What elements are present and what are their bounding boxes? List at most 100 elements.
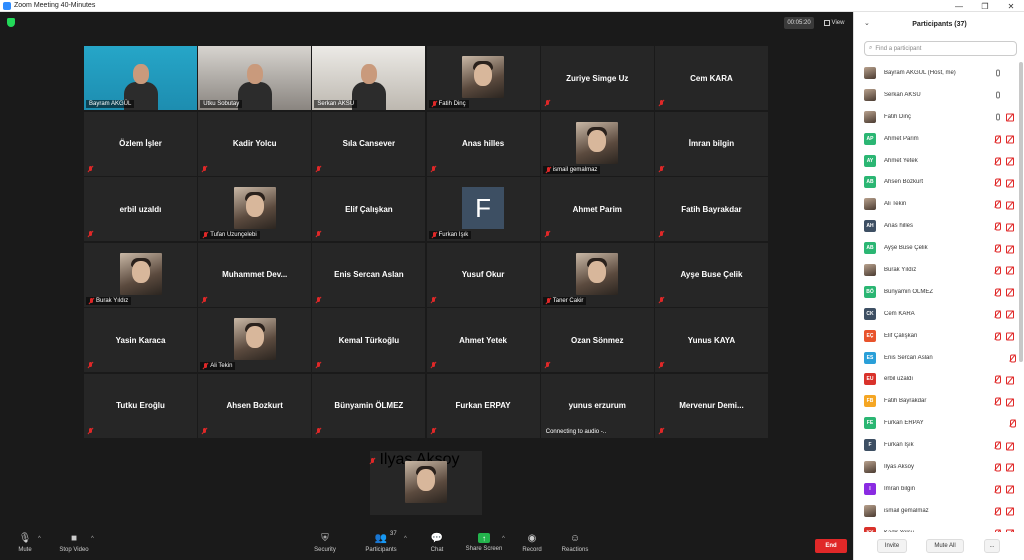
participant-list-item[interactable]: AY Ahmet Yetek	[854, 150, 1019, 172]
participant-list-item[interactable]: Ali Tekin	[854, 193, 1019, 215]
muted-mic-icon[interactable]	[994, 375, 1001, 384]
participant-tile[interactable]: Ayşe Buse Çelik	[654, 242, 768, 307]
end-meeting-button[interactable]: End	[815, 539, 847, 553]
more-options-button[interactable]: ...	[984, 539, 1000, 553]
participant-tile[interactable]: Anas hilles	[426, 111, 540, 176]
participant-list-item[interactable]: BÖ Bünyamin ÖLMEZ	[854, 281, 1019, 303]
participant-tile[interactable]: Elif Çalışkan	[312, 177, 426, 242]
microphone-icon[interactable]	[996, 69, 1000, 77]
participant-list-item[interactable]: ES Enis Sercan Aslan	[854, 347, 1019, 369]
participant-tile[interactable]: Ahsen Bozkurt	[198, 373, 312, 438]
share-screen-button[interactable]: ↑ Share Screen	[461, 532, 507, 560]
participant-list-item[interactable]: Ilyas Aksoy	[854, 456, 1019, 478]
participant-tile[interactable]: Furkan ERPAY	[426, 373, 540, 438]
participant-tile[interactable]: Burak Yıldız	[84, 242, 197, 307]
participant-list-item[interactable]: CK Cem KARA	[854, 303, 1019, 325]
participant-tile[interactable]: Utku Sobutay	[198, 46, 312, 110]
chat-button[interactable]: 💬 Chat	[414, 532, 460, 560]
participant-tile[interactable]: Serkan AKSU	[312, 46, 426, 110]
participants-button[interactable]: 👥 Participants	[358, 532, 404, 560]
muted-mic-icon[interactable]	[994, 178, 1001, 187]
participant-tile[interactable]: yunus erzurum Connecting to audio -..	[540, 373, 654, 438]
participants-options-caret-icon[interactable]: ^	[404, 536, 407, 542]
participant-list-item[interactable]: AP Ahmet Parim	[854, 128, 1019, 150]
participant-tile[interactable]: erbil uzaldı	[84, 177, 197, 242]
participant-list-item[interactable]: EU erbil uzaldı	[854, 368, 1019, 390]
participant-tile[interactable]: Tufan Uzunçelebi	[198, 177, 312, 242]
participant-list-item[interactable]: Serkan AKSU	[854, 84, 1019, 106]
participant-tile[interactable]: Ali Tekin	[198, 308, 312, 373]
muted-mic-icon[interactable]	[994, 441, 1001, 450]
participant-tile[interactable]: Bayram AKGÜL	[84, 46, 197, 110]
participant-tile[interactable]: Enis Sercan Aslan	[312, 242, 426, 307]
reactions-button[interactable]: ☺ Reactions	[552, 532, 598, 560]
audio-options-caret-icon[interactable]: ^	[38, 536, 41, 542]
participant-list-item[interactable]: Burak Yıldız	[854, 259, 1019, 281]
muted-mic-icon[interactable]	[994, 310, 1001, 319]
participant-tile[interactable]: Taner Cakir	[540, 242, 654, 307]
muted-mic-icon[interactable]	[994, 288, 1001, 297]
mute-all-button[interactable]: Mute All	[926, 539, 964, 553]
view-button[interactable]: View	[818, 17, 850, 29]
video-options-caret-icon[interactable]: ^	[91, 536, 94, 542]
participant-list-item[interactable]: F Furkan Işık	[854, 434, 1019, 456]
participant-tile[interactable]: Kemal Türkoğlu	[312, 308, 426, 373]
participant-list-item[interactable]: ismail gemalmaz	[854, 500, 1019, 522]
participant-tile[interactable]: Mervenur Demi...	[654, 373, 768, 438]
record-button[interactable]: ◉ Record	[509, 532, 555, 560]
muted-mic-icon[interactable]	[994, 529, 1001, 532]
participant-tile[interactable]: ismail gemalmaz	[540, 111, 654, 176]
participant-list-item[interactable]: EÇ Elif Çalışkan	[854, 325, 1019, 347]
participant-tile[interactable]: Ahmet Yetek	[426, 308, 540, 373]
muted-mic-icon[interactable]	[994, 200, 1001, 209]
muted-mic-icon[interactable]	[994, 135, 1001, 144]
microphone-icon[interactable]	[996, 91, 1000, 99]
participant-tile[interactable]: F Furkan Işık	[426, 177, 540, 242]
muted-mic-icon[interactable]	[994, 463, 1001, 472]
participant-tile[interactable]: Zuriye Simge Uz	[540, 46, 654, 110]
participant-tile[interactable]: Bünyamin ÖLMEZ	[312, 373, 426, 438]
maximize-icon[interactable]: ❐	[972, 0, 998, 12]
muted-mic-icon[interactable]	[1009, 419, 1016, 428]
participant-tile[interactable]: Özlem İşler	[84, 111, 197, 176]
participant-tile[interactable]: Tutku Eroğlu	[84, 373, 197, 438]
participants-scrollbar[interactable]	[1019, 62, 1023, 362]
participant-list-item[interactable]: AB Ahsen Bozkurt	[854, 171, 1019, 193]
participant-tile-solo[interactable]: Ilyas Aksoy	[370, 451, 482, 515]
participant-list-item[interactable]: I İmran bilgin	[854, 478, 1019, 500]
security-button[interactable]: ⛨ Security	[302, 532, 348, 560]
participant-tile[interactable]: Muhammet Dev...	[198, 242, 312, 307]
participant-list-item[interactable]: FE Furkan ERPAY	[854, 412, 1019, 434]
participant-tile[interactable]: Yasin Karaca	[84, 308, 197, 373]
participant-tile[interactable]: Sıla Cansever	[312, 111, 426, 176]
participant-tile[interactable]: Cem KARA	[654, 46, 768, 110]
muted-mic-icon[interactable]	[994, 266, 1001, 275]
muted-mic-icon[interactable]	[994, 332, 1001, 341]
encryption-shield-icon[interactable]	[7, 18, 15, 27]
find-participant-input[interactable]: ⌕ Find a participant	[864, 41, 1017, 56]
microphone-icon[interactable]	[996, 113, 1000, 121]
participant-list-item[interactable]: Bayram AKGÜL (Host, me)	[854, 62, 1019, 84]
participant-tile[interactable]: İmran bilgin	[654, 111, 768, 176]
participant-list-item[interactable]: AH Anas hilles	[854, 215, 1019, 237]
share-options-caret-icon[interactable]: ^	[502, 536, 505, 542]
participant-list-item[interactable]: Fatih Dinç	[854, 106, 1019, 128]
close-icon[interactable]: ✕	[998, 0, 1024, 12]
participant-list-item[interactable]: KYKadir Yolcu	[854, 522, 1019, 532]
muted-mic-icon[interactable]	[994, 222, 1001, 231]
participant-tile[interactable]: Fatih Dinç	[426, 46, 540, 110]
participant-tile[interactable]: Ahmet Parim	[540, 177, 654, 242]
invite-button[interactable]: Invite	[877, 539, 907, 553]
participant-list-item[interactable]: AB Ayşe Buse Çelik	[854, 237, 1019, 259]
muted-mic-icon[interactable]	[994, 485, 1001, 494]
muted-mic-icon[interactable]	[994, 157, 1001, 165]
participant-tile[interactable]: Ozan Sönmez	[540, 308, 654, 373]
participant-tile[interactable]: Yunus KAYA	[654, 308, 768, 373]
muted-mic-icon[interactable]	[1009, 354, 1016, 363]
participant-tile[interactable]: Yusuf Okur	[426, 242, 540, 307]
participant-list-item[interactable]: FB Fatih Bayrakdar	[854, 390, 1019, 412]
minimize-icon[interactable]: —	[946, 0, 972, 12]
muted-mic-icon[interactable]	[994, 397, 1001, 406]
participant-tile[interactable]: Kadir Yolcu	[198, 111, 312, 176]
participant-tile[interactable]: Fatih Bayrakdar	[654, 177, 768, 242]
